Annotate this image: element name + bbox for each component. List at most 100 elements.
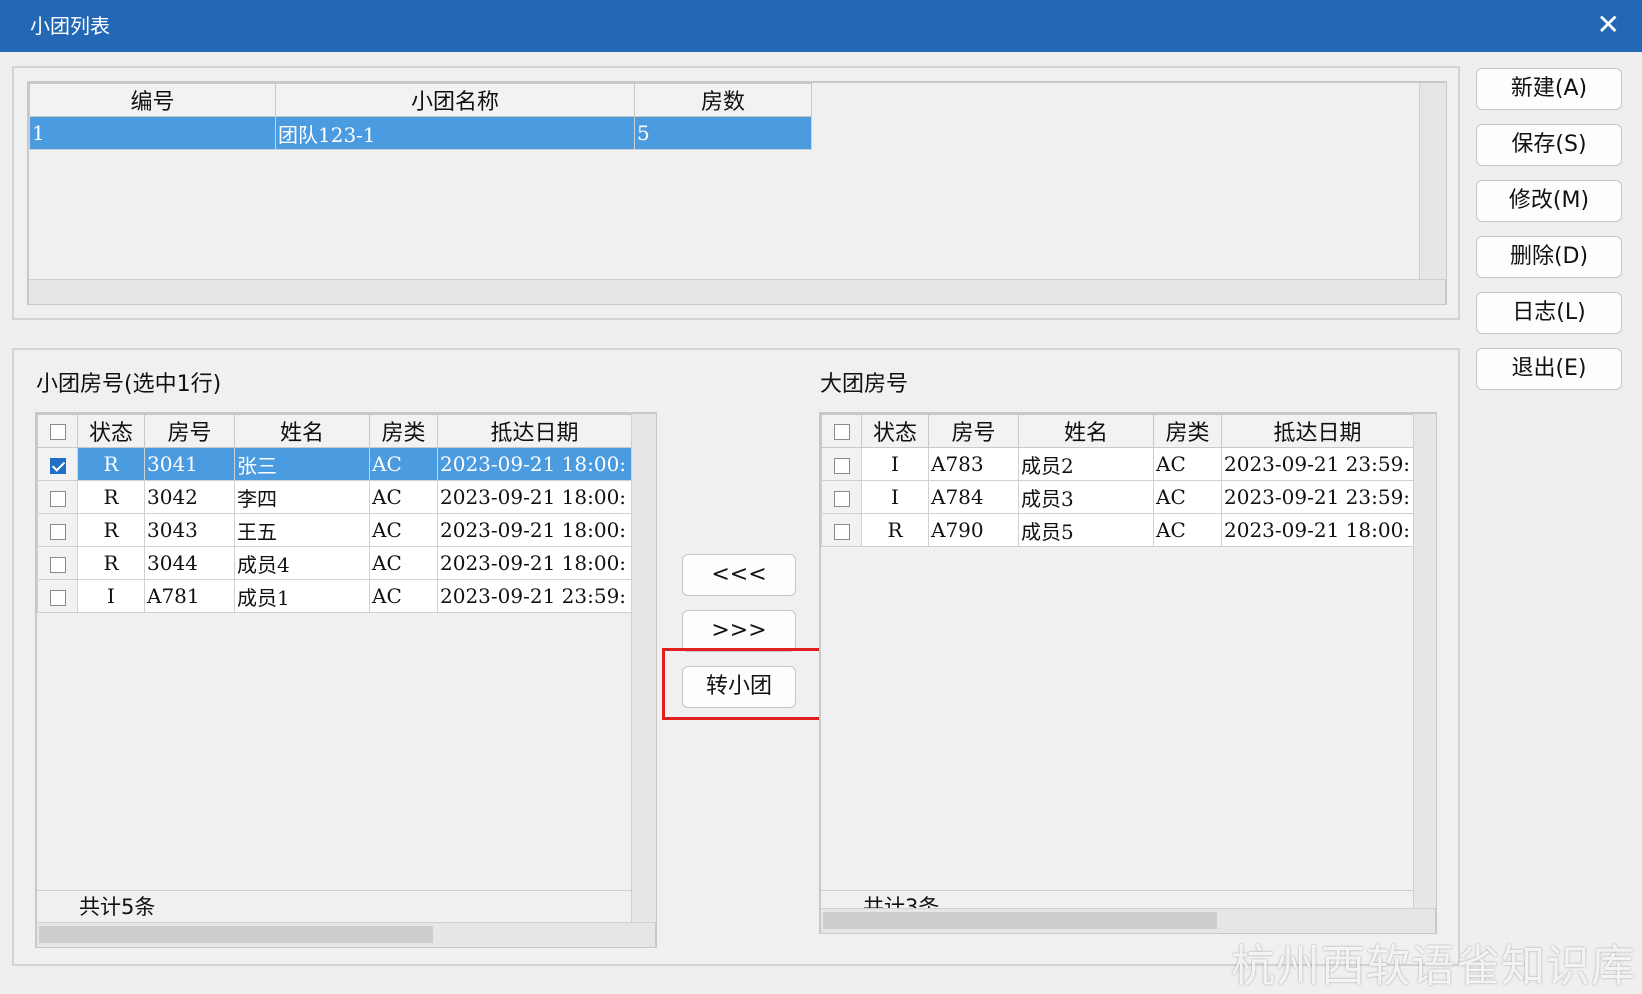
row-checkbox[interactable] [821,480,862,514]
checkbox-icon [833,523,850,540]
cell-status[interactable]: I [77,579,145,613]
cell-room[interactable]: 3041 [144,447,235,481]
column-header-status[interactable]: 状态 [77,414,145,448]
select-all-checkbox[interactable] [821,414,862,448]
table-row[interactable]: R 3043 王五 AC 2023-09-21 18:00: [37,513,632,547]
row-checkbox[interactable] [821,447,862,481]
cell-status[interactable]: R [77,447,145,481]
cell-group-name[interactable]: 团队123-1 [275,116,635,150]
table-row[interactable]: R 3042 李四 AC 2023-09-21 18:00: [37,480,632,514]
cell-room[interactable]: A783 [928,447,1019,481]
checkbox-icon [49,589,66,606]
horizontal-scrollbar[interactable] [29,279,1445,304]
column-header-room-type[interactable]: 房类 [369,414,438,448]
column-header-name[interactable]: 姓名 [1018,414,1154,448]
row-checkbox[interactable] [37,480,78,514]
vertical-scrollbar[interactable] [1419,83,1446,279]
table-row[interactable]: I A784 成员3 AC 2023-09-21 23:59: [821,480,1414,514]
checkbox-checked-icon [49,457,66,474]
cell-arrival[interactable]: 2023-09-21 18:00: [1221,513,1414,547]
cell-arrival[interactable]: 2023-09-21 18:00: [437,546,632,580]
title-bar: 小团列表 ✕ [0,0,1642,52]
close-icon[interactable]: ✕ [1597,10,1620,40]
cell-status[interactable]: R [77,546,145,580]
vertical-scrollbar[interactable] [1413,414,1436,908]
row-checkbox[interactable] [37,513,78,547]
cell-room-type[interactable]: AC [369,480,438,514]
cell-room[interactable]: A784 [928,480,1019,514]
cell-room-type[interactable]: AC [369,579,438,613]
table-row[interactable]: I A783 成员2 AC 2023-09-21 23:59: [821,447,1414,481]
select-all-checkbox[interactable] [37,414,78,448]
cell-name[interactable]: 成员4 [234,546,370,580]
column-header-room-count[interactable]: 房数 [634,83,812,117]
horizontal-scrollbar-thumb[interactable] [39,926,433,943]
cell-room-type[interactable]: AC [1153,447,1222,481]
cell-room-type[interactable]: AC [1153,513,1222,547]
cell-name[interactable]: 成员2 [1018,447,1154,481]
save-button[interactable]: 保存(S) [1476,124,1622,166]
column-header-room[interactable]: 房号 [928,414,1019,448]
cell-room-type[interactable]: AC [369,546,438,580]
exit-button[interactable]: 退出(E) [1476,348,1622,390]
table-row[interactable]: 1 团队123-1 5 [29,116,812,150]
cell-room-type[interactable]: AC [369,513,438,547]
cell-status[interactable]: R [77,480,145,514]
edit-button[interactable]: 修改(M) [1476,180,1622,222]
cell-name[interactable]: 李四 [234,480,370,514]
cell-arrival[interactable]: 2023-09-21 23:59: [1221,447,1414,481]
horizontal-scrollbar[interactable] [37,922,655,947]
table-row[interactable]: I A781 成员1 AC 2023-09-21 23:59: [37,579,632,613]
cell-room[interactable]: A781 [144,579,235,613]
table-row[interactable]: R 3041 张三 AC 2023-09-21 18:00: [37,447,632,481]
column-header-arrival[interactable]: 抵达日期 [1221,414,1414,448]
move-right-button[interactable]: >>> [682,610,796,652]
cell-room[interactable]: 3043 [144,513,235,547]
cell-id[interactable]: 1 [29,116,276,150]
table-row[interactable]: R 3044 成员4 AC 2023-09-21 18:00: [37,546,632,580]
row-checkbox[interactable] [37,579,78,613]
table-row[interactable]: R A790 成员5 AC 2023-09-21 18:00: [821,513,1414,547]
delete-button[interactable]: 删除(D) [1476,236,1622,278]
checkbox-icon [833,423,850,440]
column-header-room-type[interactable]: 房类 [1153,414,1222,448]
cell-room[interactable]: 3042 [144,480,235,514]
cell-arrival[interactable]: 2023-09-21 18:00: [437,447,632,481]
cell-status[interactable]: I [861,447,929,481]
big-group-grid: 状态 房号 姓名 房类 抵达日期 I A783 成员2 AC 2023-09-2… [819,412,1437,934]
row-checkbox[interactable] [821,513,862,547]
cell-name[interactable]: 成员3 [1018,480,1154,514]
cell-name[interactable]: 成员5 [1018,513,1154,547]
new-button[interactable]: 新建(A) [1476,68,1622,110]
cell-name[interactable]: 成员1 [234,579,370,613]
column-header-status[interactable]: 状态 [861,414,929,448]
cell-name[interactable]: 张三 [234,447,370,481]
column-header-group-name[interactable]: 小团名称 [275,83,635,117]
column-header-id[interactable]: 编号 [29,83,276,117]
cell-status[interactable]: I [861,480,929,514]
cell-room-type[interactable]: AC [369,447,438,481]
cell-arrival[interactable]: 2023-09-21 18:00: [437,480,632,514]
cell-room-count[interactable]: 5 [634,116,812,150]
row-checkbox[interactable] [37,447,78,481]
column-header-name[interactable]: 姓名 [234,414,370,448]
log-button[interactable]: 日志(L) [1476,292,1622,334]
move-left-button[interactable]: <<< [682,554,796,596]
cell-room-type[interactable]: AC [1153,480,1222,514]
cell-arrival[interactable]: 2023-09-21 18:00: [437,513,632,547]
cell-room[interactable]: A790 [928,513,1019,547]
watermark: 杭州西软语雀知识库 [1231,941,1636,992]
horizontal-scrollbar-thumb[interactable] [823,912,1217,929]
column-header-room[interactable]: 房号 [144,414,235,448]
cell-status[interactable]: R [861,513,929,547]
vertical-scrollbar[interactable] [631,414,656,922]
cell-arrival[interactable]: 2023-09-21 23:59: [437,579,632,613]
column-header-arrival[interactable]: 抵达日期 [437,414,632,448]
cell-name[interactable]: 王五 [234,513,370,547]
checkbox-icon [49,490,66,507]
highlight-box [662,648,826,720]
row-checkbox[interactable] [37,546,78,580]
cell-status[interactable]: R [77,513,145,547]
cell-arrival[interactable]: 2023-09-21 23:59: [1221,480,1414,514]
cell-room[interactable]: 3044 [144,546,235,580]
